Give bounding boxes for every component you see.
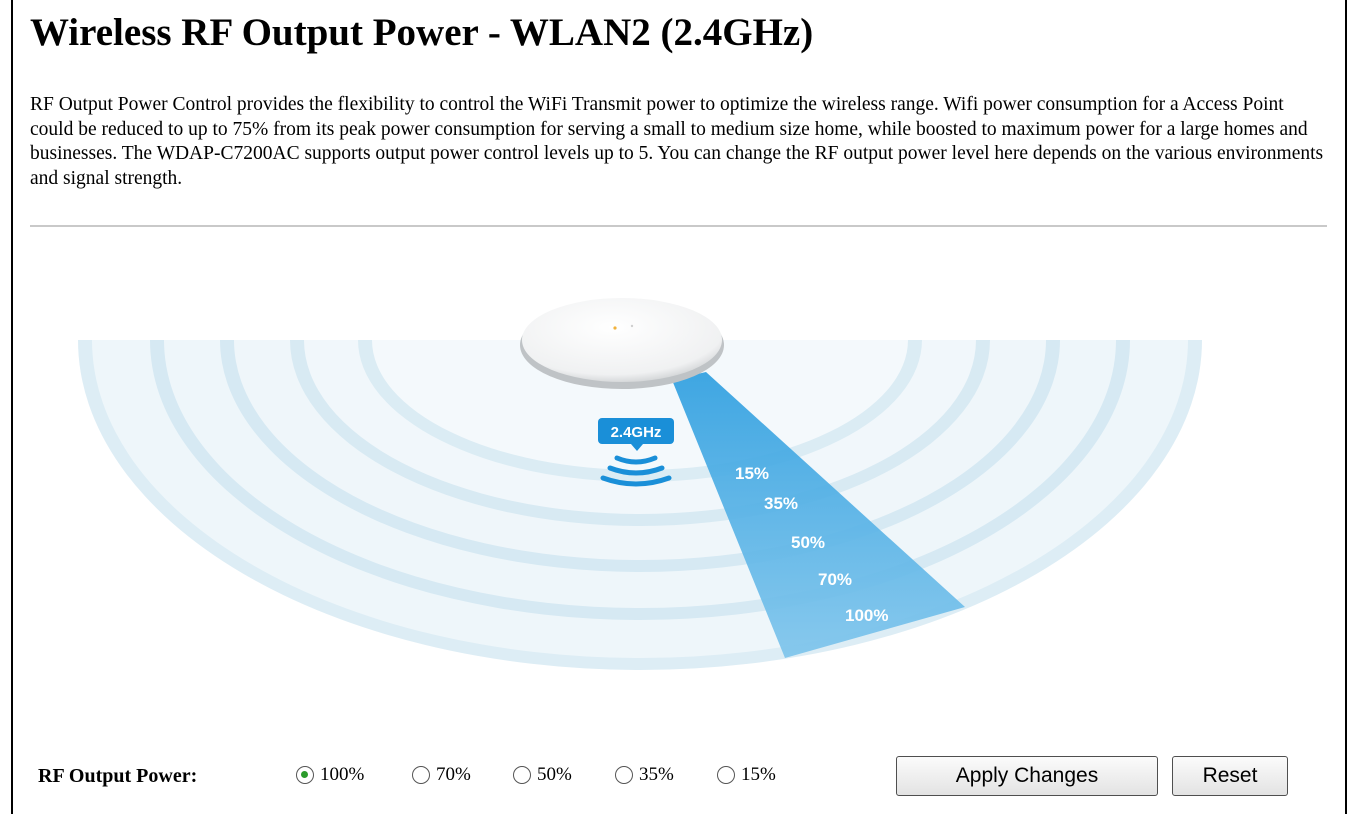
- level-label-100: 100%: [845, 606, 888, 625]
- access-point-icon: [520, 298, 724, 389]
- radio-label-70: 70%: [436, 764, 471, 785]
- radio-label-35: 35%: [639, 764, 674, 785]
- radio-button-35[interactable]: [615, 766, 633, 784]
- radio-button-15[interactable]: [717, 766, 735, 784]
- rf-output-power-label: RF Output Power:: [38, 765, 198, 787]
- band-badge-label: 2.4GHz: [611, 424, 662, 441]
- reset-button[interactable]: Reset: [1172, 756, 1288, 796]
- rf-coverage-diagram: 2.4GHz 15% 35% 50% 70% 100%: [78, 298, 1202, 670]
- radio-button-100[interactable]: [296, 766, 314, 784]
- level-label-15: 15%: [735, 464, 769, 483]
- radio-option-50[interactable]: 50%: [513, 764, 572, 786]
- level-label-70: 70%: [818, 570, 852, 589]
- radio-option-15[interactable]: 15%: [717, 764, 776, 786]
- radio-label-100: 100%: [320, 764, 365, 785]
- radio-option-70[interactable]: 70%: [412, 764, 471, 786]
- radio-option-100[interactable]: 100%: [296, 764, 364, 786]
- radio-button-50[interactable]: [513, 766, 531, 784]
- radio-option-35[interactable]: 35%: [615, 764, 674, 786]
- radio-label-15: 15%: [741, 764, 776, 785]
- radio-label-50: 50%: [537, 764, 572, 785]
- level-label-35: 35%: [764, 494, 798, 513]
- level-label-50: 50%: [791, 533, 825, 552]
- apply-changes-button[interactable]: Apply Changes: [896, 756, 1158, 796]
- radio-button-70[interactable]: [412, 766, 430, 784]
